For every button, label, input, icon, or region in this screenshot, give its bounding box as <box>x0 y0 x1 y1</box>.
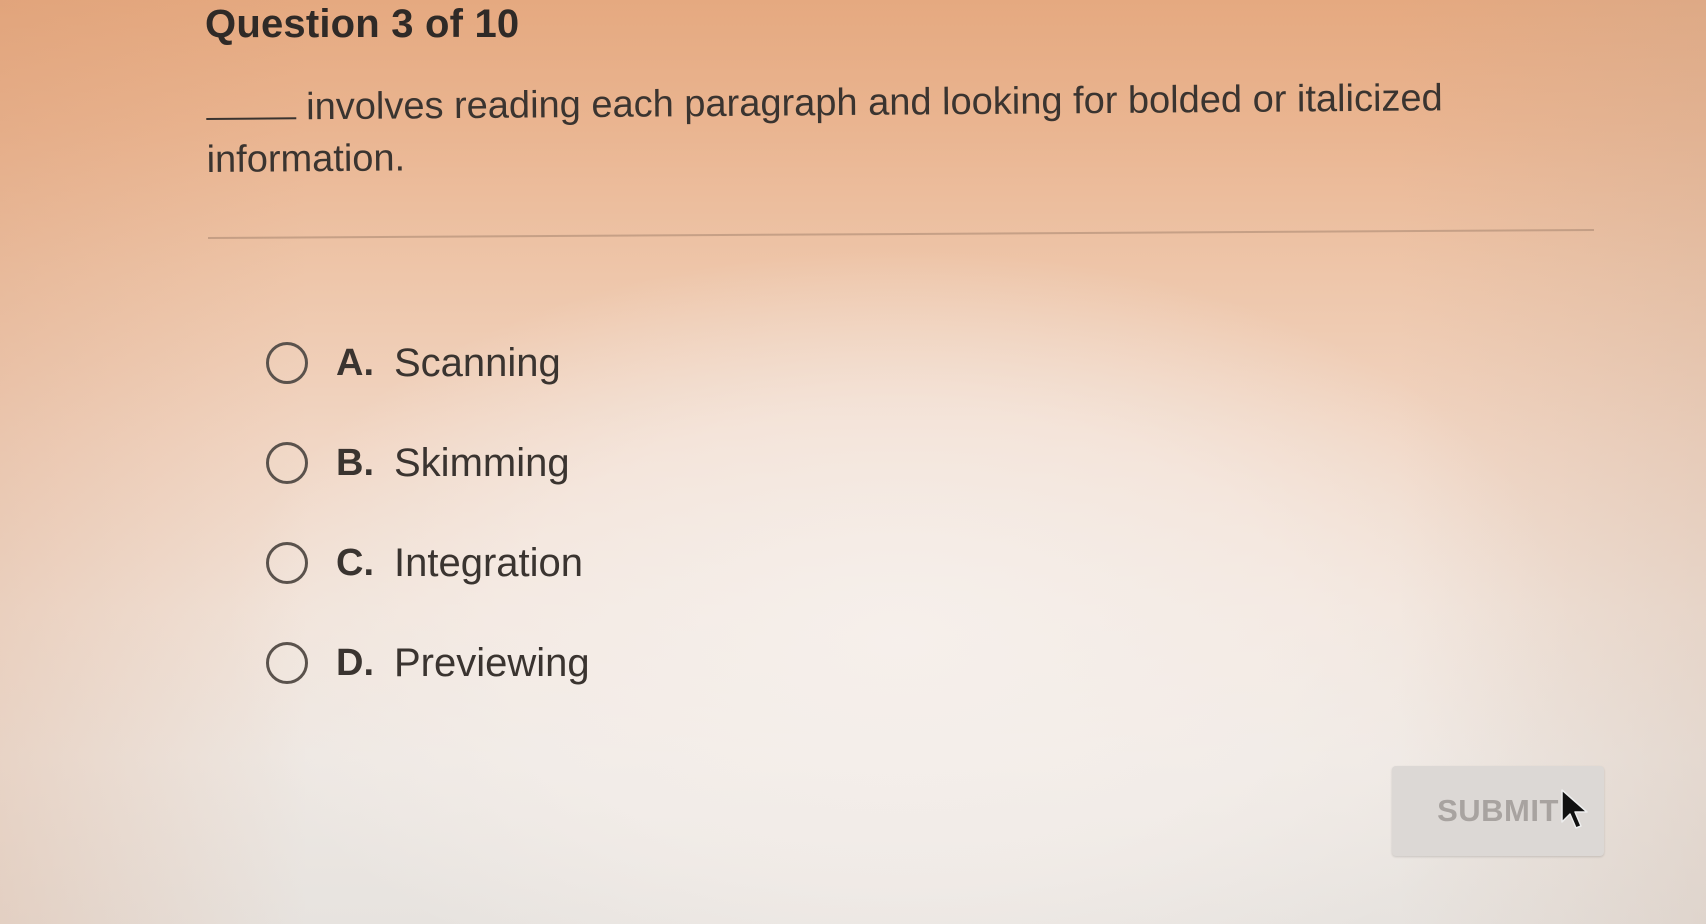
option-b[interactable]: B. Skimming <box>266 413 590 513</box>
answer-options: A. Scanning B. Skimming C. Integration D… <box>266 313 590 713</box>
option-label: Previewing <box>394 640 590 685</box>
option-letter: D. <box>336 641 374 684</box>
divider <box>207 229 1594 239</box>
option-c[interactable]: C. Integration <box>266 513 590 613</box>
mouse-pointer-icon <box>1561 789 1588 829</box>
option-label: Skimming <box>394 440 570 485</box>
option-letter: B. <box>336 441 374 484</box>
option-a[interactable]: A. Scanning <box>266 313 590 413</box>
option-letter: A. <box>336 341 374 384</box>
question-prompt: involves reading each paragraph and look… <box>206 72 1527 186</box>
question-counter: Question 3 of 10 <box>205 2 520 46</box>
question-prompt-text: involves reading each paragraph and look… <box>206 77 1443 181</box>
option-letter: C. <box>336 541 374 584</box>
option-d[interactable]: D. Previewing <box>266 613 590 713</box>
option-label: Scanning <box>394 340 561 385</box>
option-label: Integration <box>394 540 584 585</box>
radio-icon[interactable] <box>266 542 308 584</box>
radio-icon[interactable] <box>266 442 308 484</box>
radio-icon[interactable] <box>266 342 308 384</box>
answer-blank <box>206 91 297 120</box>
radio-icon[interactable] <box>266 642 308 684</box>
